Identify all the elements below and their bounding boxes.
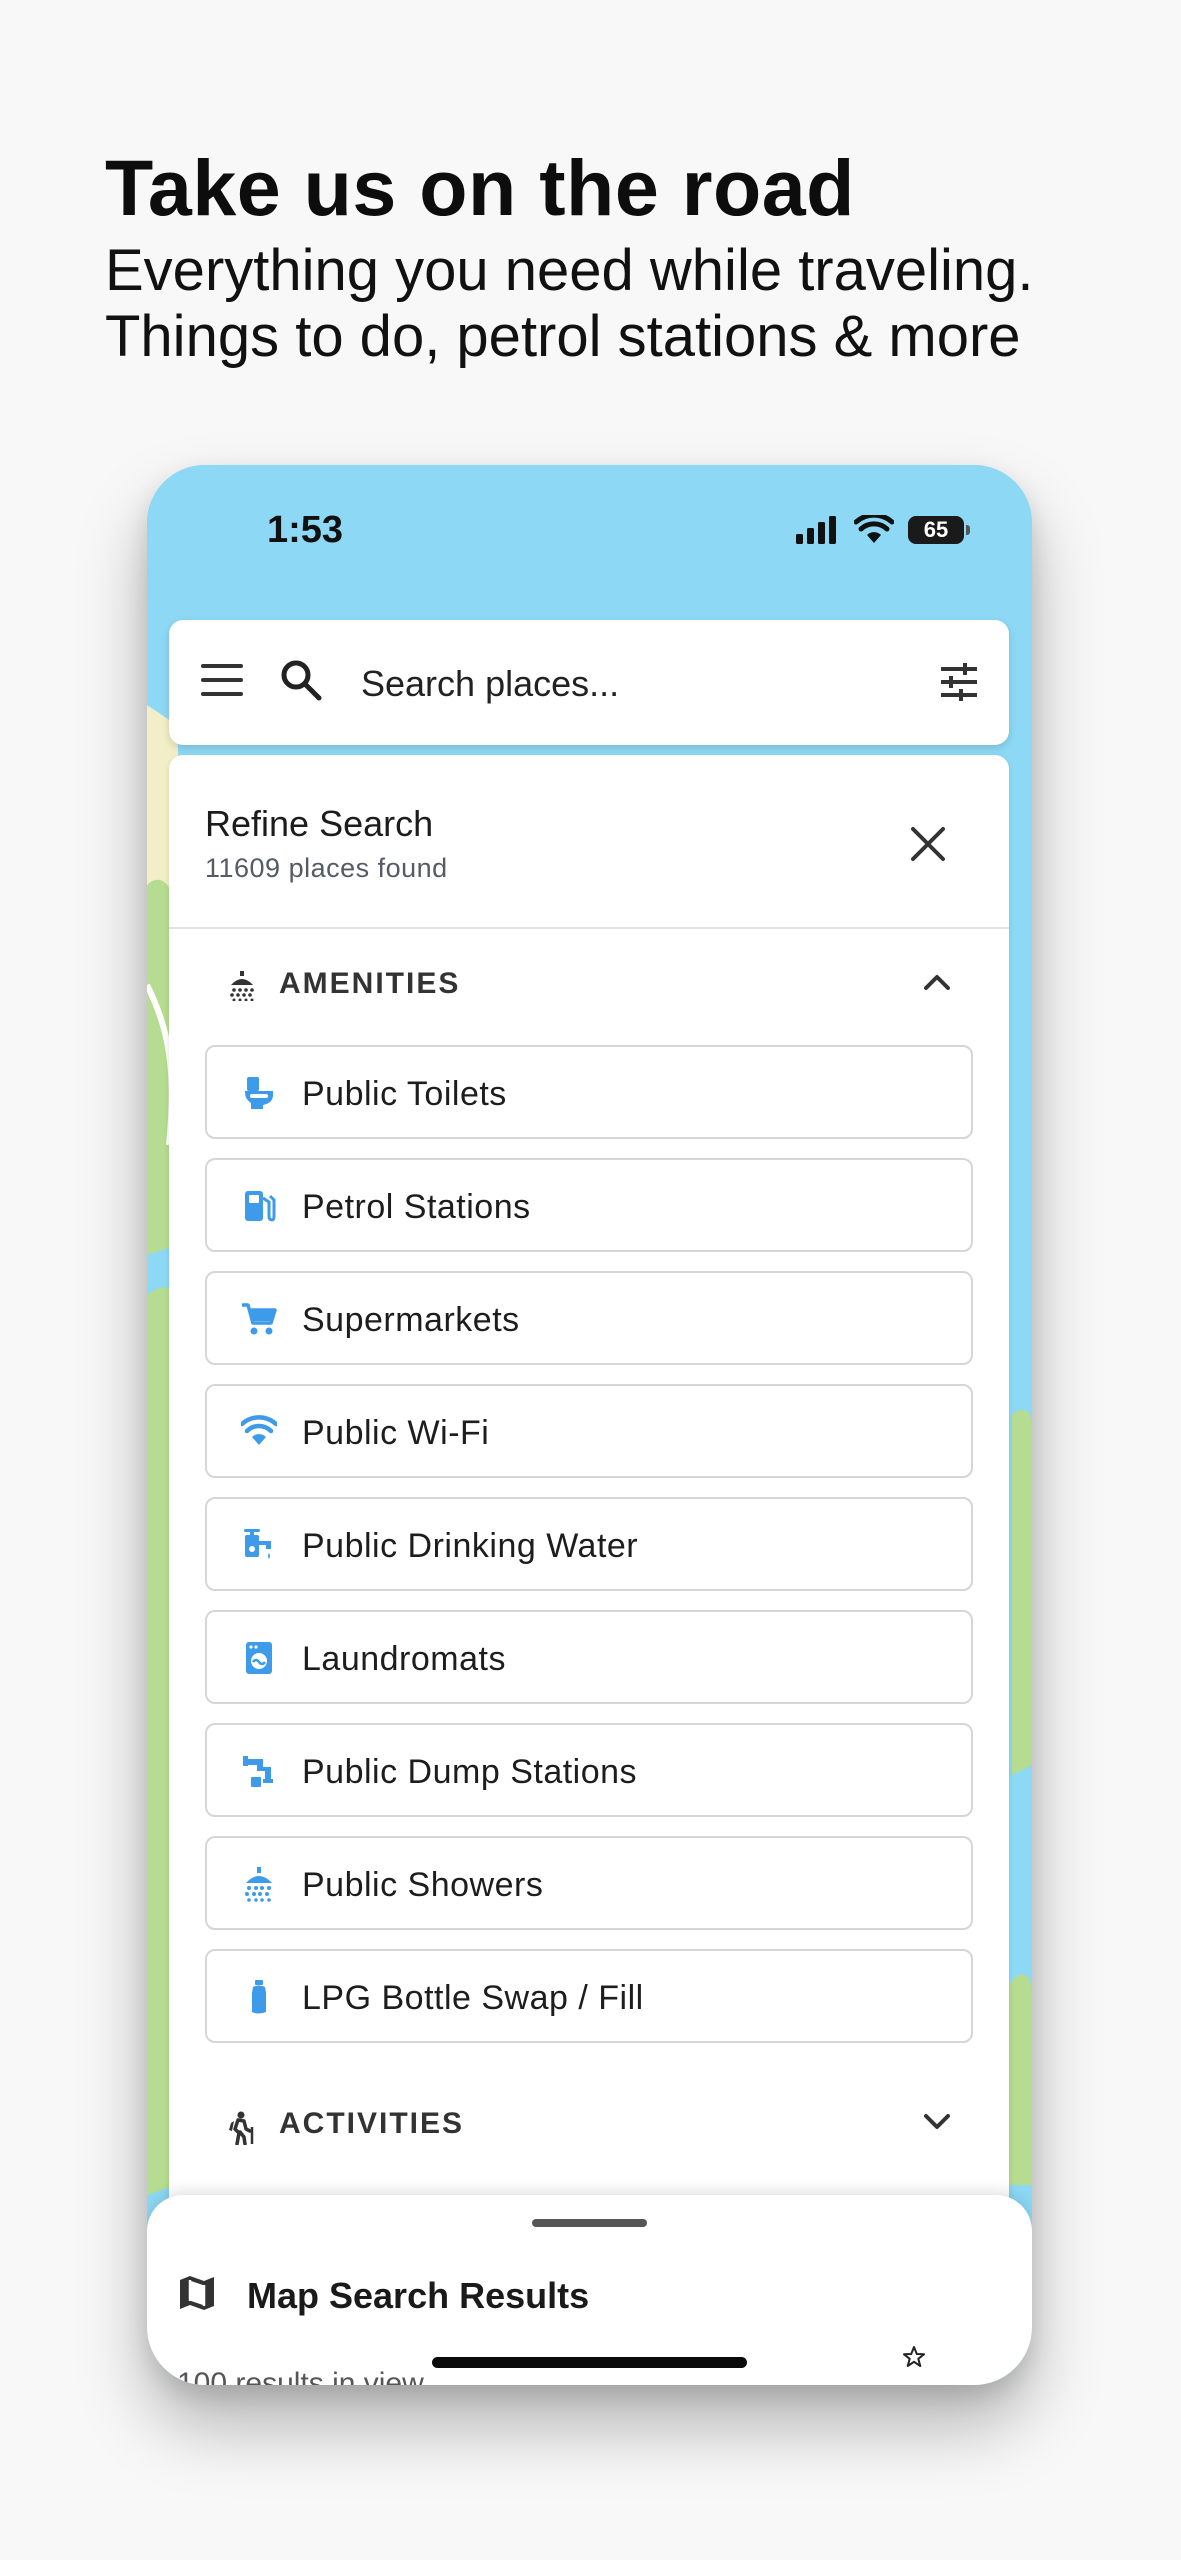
water-tap-icon <box>244 1529 271 1559</box>
shower-icon <box>245 1867 272 1902</box>
status-time: 1:53 <box>267 509 344 551</box>
amenities-section-header[interactable]: AMENITIES <box>205 955 973 1015</box>
search-input[interactable]: Search places... <box>361 663 619 705</box>
search-bar[interactable]: Search places... <box>169 620 1009 745</box>
filter-label: Public Wi-Fi <box>302 1414 490 1452</box>
filter-lpg-bottle-swap[interactable]: LPG Bottle Swap / Fill <box>205 1949 973 2043</box>
washing-machine-icon <box>246 1642 272 1674</box>
amenities-label: AMENITIES <box>279 967 461 1000</box>
fuel-pump-icon <box>245 1191 276 1222</box>
hiking-icon <box>229 2111 254 2145</box>
filter-petrol-stations[interactable]: Petrol Stations <box>205 1158 973 1252</box>
filter-label: Public Showers <box>302 1866 544 1904</box>
shopping-cart-icon <box>242 1303 277 1335</box>
toilet-icon <box>245 1077 273 1109</box>
star-icon[interactable] <box>902 2345 926 2369</box>
shower-icon <box>230 971 254 1001</box>
chevron-up-icon[interactable] <box>923 973 951 991</box>
wifi-icon <box>241 1415 277 1445</box>
amenities-filter-list: Public Toilets Petrol Stations Supermark… <box>205 1045 973 2062</box>
filter-label: Supermarkets <box>302 1301 520 1339</box>
activities-section-header[interactable]: ACTIVITIES <box>205 2095 973 2155</box>
chevron-down-icon[interactable] <box>923 2113 951 2131</box>
phone-frame: 1:53 65 Search places... Refine Search 1… <box>147 465 1032 2385</box>
search-icon <box>281 660 322 701</box>
home-indicator[interactable] <box>432 2357 747 2368</box>
status-icons: 65 <box>796 513 970 547</box>
filter-label: Laundromats <box>302 1640 506 1678</box>
battery-level: 65 <box>923 517 949 542</box>
gas-bottle-icon <box>252 1980 266 2014</box>
tune-filter-icon[interactable] <box>939 663 979 701</box>
filter-public-dump-stations[interactable]: Public Dump Stations <box>205 1723 973 1817</box>
filter-label: LPG Bottle Swap / Fill <box>302 1979 644 2017</box>
divider <box>169 927 1009 929</box>
filter-label: Petrol Stations <box>302 1188 531 1226</box>
dump-station-icon <box>243 1756 273 1787</box>
map-icon <box>180 2276 214 2310</box>
results-count: 100 results in view <box>177 2367 424 2385</box>
filter-public-wifi[interactable]: Public Wi-Fi <box>205 1384 973 1478</box>
results-sheet-title: Map Search Results <box>247 2275 590 2316</box>
filter-public-showers[interactable]: Public Showers <box>205 1836 973 1930</box>
drag-handle[interactable] <box>532 2219 647 2227</box>
refine-search-panel: Refine Search 11609 places found AMENITI… <box>169 755 1009 2255</box>
promo-headline: Take us on the road <box>105 143 855 232</box>
filter-label: Public Toilets <box>302 1075 507 1113</box>
filter-label: Public Dump Stations <box>302 1753 638 1791</box>
status-bar: 1:53 65 <box>147 465 1032 595</box>
close-icon[interactable] <box>907 823 949 865</box>
filter-laundromats[interactable]: Laundromats <box>205 1610 973 1704</box>
battery-icon: 65 <box>908 516 970 544</box>
filter-public-drinking-water[interactable]: Public Drinking Water <box>205 1497 973 1591</box>
filter-label: Public Drinking Water <box>302 1527 639 1565</box>
wifi-status-icon <box>854 515 894 543</box>
panel-title: Refine Search <box>205 803 434 844</box>
promo-subline: Everything you need while traveling. Thi… <box>105 238 1034 369</box>
hamburger-menu-icon[interactable] <box>201 664 243 696</box>
activities-label: ACTIVITIES <box>279 2107 465 2140</box>
signal-icon <box>796 516 836 544</box>
filter-public-toilets[interactable]: Public Toilets <box>205 1045 973 1139</box>
filter-supermarkets[interactable]: Supermarkets <box>205 1271 973 1365</box>
places-count: 11609 places found <box>205 853 448 883</box>
